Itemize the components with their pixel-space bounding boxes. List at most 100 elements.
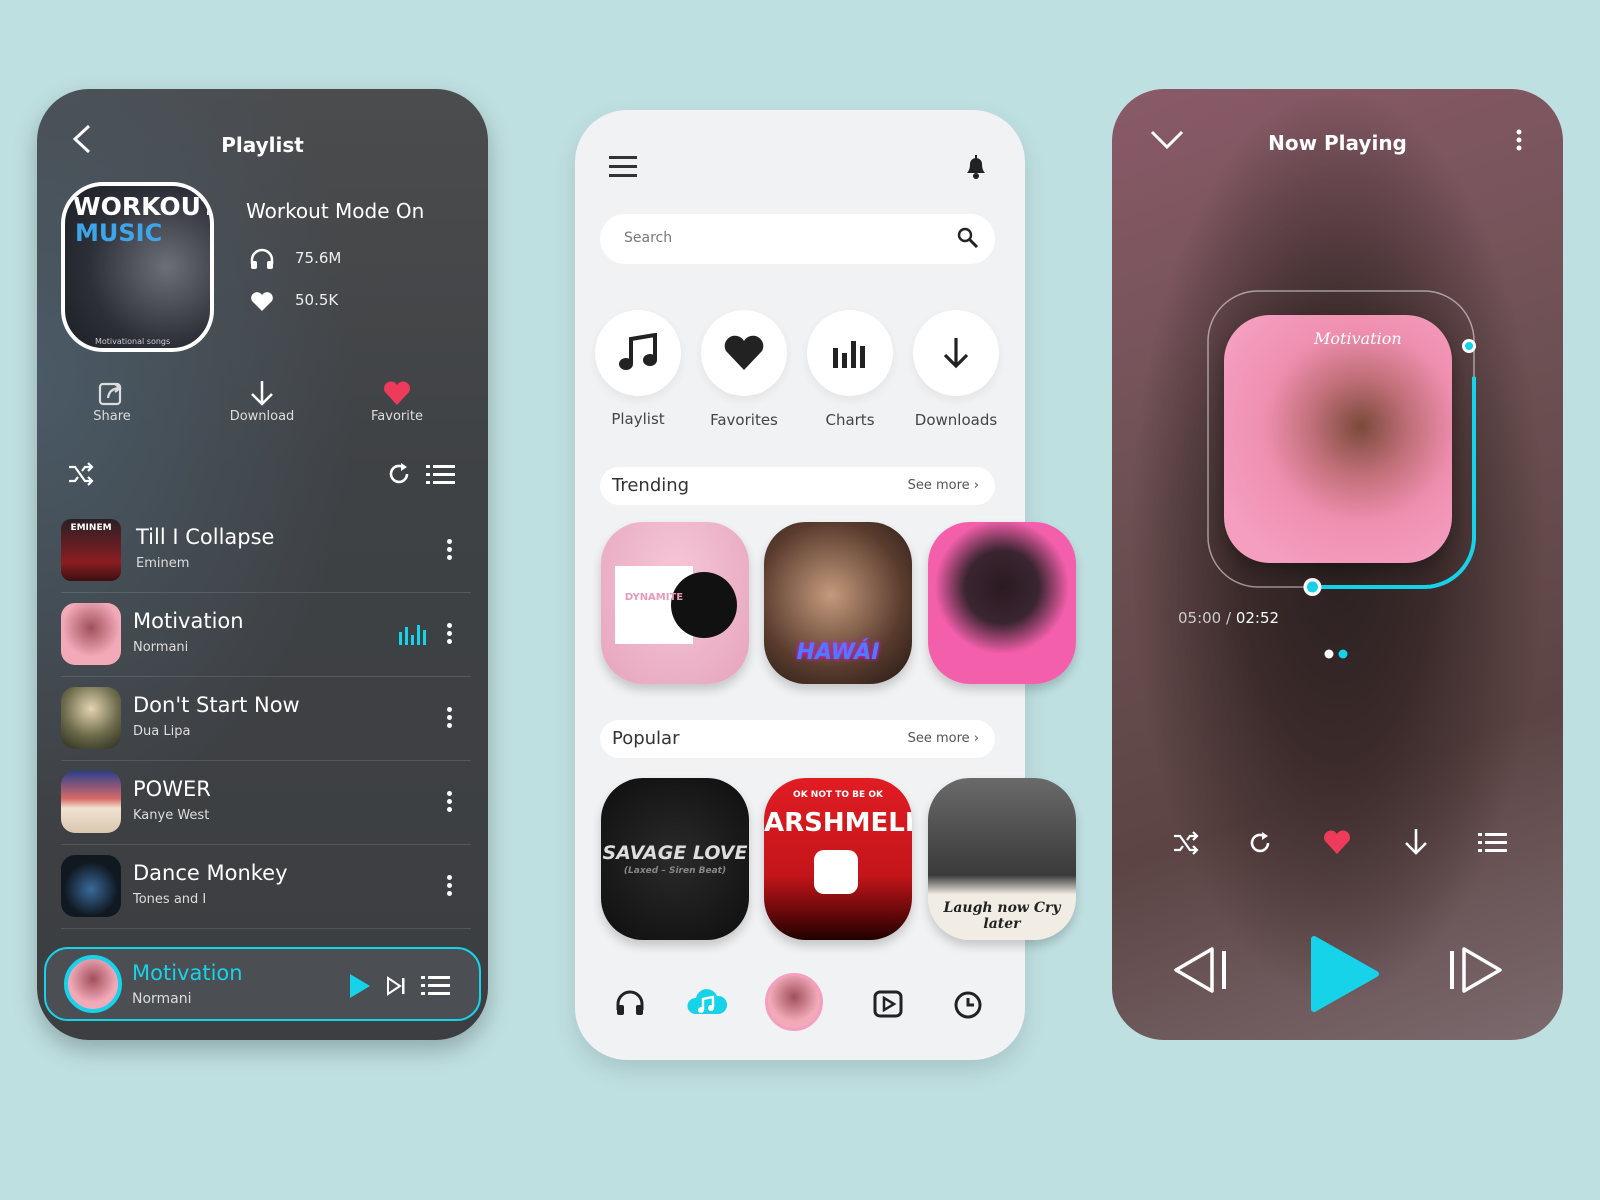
queue-list-icon[interactable] <box>426 464 456 484</box>
more-options-icon[interactable] <box>447 623 453 647</box>
album-thumb <box>61 771 121 833</box>
chevron-right-icon: › <box>973 478 979 493</box>
album-text: SAVAGE LOVE <box>602 842 748 864</box>
album-art: Motivation <box>1224 315 1452 563</box>
share-icon <box>98 382 122 406</box>
home-screen: Search Playlist Favorites Charts Downloa… <box>575 110 1076 1060</box>
playlist-name: Workout Mode On <box>246 199 425 223</box>
song-row[interactable]: EMINEM Till I Collapse Eminem <box>61 509 471 593</box>
song-title: Till I Collapse <box>136 525 275 549</box>
time-readout: 05:00 / 02:52 <box>1178 609 1280 627</box>
more-options-icon[interactable] <box>447 791 453 815</box>
now-playing-screen: Now Playing Motivation 05:00 / 02:52 <box>1112 89 1563 1040</box>
equalizer-icon <box>399 623 427 649</box>
playlist-screen: Playlist WORKOUT MUSIC Motivational song… <box>37 89 488 1040</box>
nav-headphones-icon[interactable] <box>615 990 645 1020</box>
mini-player-title: Motivation <box>132 961 243 985</box>
download-label: Download <box>229 409 295 424</box>
bell-icon[interactable] <box>963 152 989 184</box>
see-more-link[interactable]: See more › <box>908 731 979 746</box>
playlist-cover: WORKOUT MUSIC Motivational songs <box>61 182 214 352</box>
song-row[interactable]: Don't Start Now Dua Lipa <box>61 677 471 761</box>
more-options-icon[interactable] <box>447 539 453 563</box>
download-button[interactable]: Download <box>217 379 307 424</box>
download-icon <box>943 338 969 369</box>
album-art-title: Motivation <box>1314 329 1402 348</box>
album-text: ARSHMELL <box>764 808 912 838</box>
album-text: DYNAMITE <box>624 592 684 603</box>
mini-player-art <box>64 955 122 1013</box>
music-note-icon <box>619 333 657 370</box>
album-text: Laugh now Cry later <box>943 900 1061 932</box>
play-icon[interactable] <box>348 973 372 1003</box>
chevron-right-icon: › <box>973 731 979 746</box>
album-subtext: (Laxed – Siren Beat) <box>623 866 727 876</box>
see-more-link[interactable]: See more › <box>908 478 979 493</box>
listens-count: 75.6M <box>295 249 342 267</box>
share-button[interactable]: Share <box>77 379 147 424</box>
queue-list-icon[interactable] <box>421 975 451 999</box>
previous-icon[interactable] <box>1172 945 1232 999</box>
favorite-label: Favorite <box>371 409 423 424</box>
headphones-icon <box>249 248 275 270</box>
download-icon <box>251 381 273 406</box>
play-button[interactable] <box>1308 935 1380 1017</box>
more-options-icon[interactable] <box>1516 129 1522 155</box>
elapsed-time: 05:00 <box>1178 609 1222 627</box>
nav-play-square-icon[interactable] <box>873 990 903 1022</box>
search-icon[interactable] <box>957 227 979 253</box>
song-row-playing[interactable]: Motivation Normani <box>61 593 471 677</box>
popular-album[interactable]: SAVAGE LOVE (Laxed – Siren Beat) <box>601 778 749 940</box>
song-title: Motivation <box>133 609 244 633</box>
trending-album[interactable] <box>928 522 1076 684</box>
song-row[interactable]: POWER Kanye West <box>61 761 471 845</box>
song-artist: Dua Lipa <box>133 724 191 739</box>
menu-icon[interactable] <box>609 156 639 182</box>
nav-cloud-music-icon[interactable] <box>687 986 728 1022</box>
song-row[interactable]: Dance Monkey Tones and I <box>61 845 471 929</box>
cover-caption: Motivational songs <box>95 337 171 346</box>
trending-header: Trending See more › <box>600 467 995 505</box>
see-more-label: See more <box>907 478 970 493</box>
heart-icon <box>384 381 410 405</box>
page-title: Now Playing <box>1268 131 1407 155</box>
more-options-icon[interactable] <box>447 707 453 731</box>
category-label: Playlist <box>611 410 665 428</box>
shuffle-icon[interactable] <box>67 462 95 486</box>
shuffle-icon[interactable] <box>1172 831 1200 859</box>
repeat-icon[interactable] <box>1248 831 1272 859</box>
queue-list-icon[interactable] <box>1478 832 1508 856</box>
more-options-icon[interactable] <box>447 875 453 899</box>
mini-player[interactable]: Motivation Normani <box>44 947 481 1021</box>
category-charts-button[interactable] <box>807 310 893 396</box>
search-input[interactable]: Search <box>600 214 995 264</box>
skip-next-icon[interactable] <box>386 976 406 1000</box>
trending-album[interactable]: DYNAMITE <box>601 522 749 684</box>
nav-clock-icon[interactable] <box>953 990 983 1024</box>
category-downloads-button[interactable] <box>913 310 999 396</box>
song-title: Don't Start Now <box>133 693 300 717</box>
album-text: HAWÁI <box>796 640 880 665</box>
album-thumb <box>61 855 121 917</box>
popular-album[interactable]: OK NOT TO BE OK ARSHMELL <box>764 778 912 940</box>
category-favorites-button[interactable] <box>701 310 787 396</box>
avatar[interactable] <box>765 973 823 1031</box>
thumb-text: EMINEM <box>70 523 112 533</box>
song-artist: Eminem <box>136 556 190 571</box>
share-label: Share <box>93 409 131 424</box>
favorite-button[interactable]: Favorite <box>357 379 437 424</box>
category-label: Charts <box>825 411 875 429</box>
trending-album[interactable]: HAWÁI <box>764 522 912 684</box>
song-artist: Kanye West <box>133 808 210 823</box>
download-icon[interactable] <box>1402 827 1430 861</box>
repeat-icon[interactable] <box>387 462 411 486</box>
favorite-heart-icon[interactable] <box>1322 829 1352 859</box>
album-thumb <box>61 603 121 665</box>
category-playlist-button[interactable] <box>595 310 681 396</box>
next-icon[interactable] <box>1448 945 1508 999</box>
popular-album[interactable]: Laugh now Cry later <box>928 778 1076 940</box>
cover-line2: MUSIC <box>75 219 163 247</box>
album-thumb: EMINEM <box>61 519 121 581</box>
section-title: Trending <box>612 475 690 496</box>
album-subtext: OK NOT TO BE OK <box>793 790 883 800</box>
